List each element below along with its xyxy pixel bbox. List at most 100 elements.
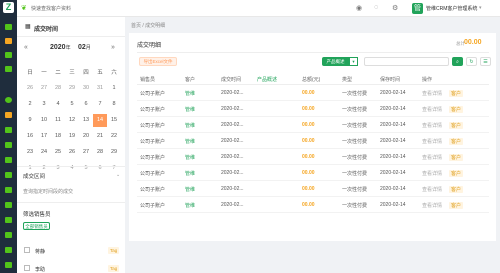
- menu-icon-5[interactable]: [5, 97, 12, 103]
- product-summary-button[interactable]: 产品概述: [322, 57, 349, 66]
- view-detail-link[interactable]: 查看详情: [422, 170, 442, 177]
- menu-icon-3[interactable]: [5, 52, 12, 58]
- customer-tag[interactable]: 客户: [449, 122, 464, 129]
- table-row[interactable]: 公司子账户 管维 2020-02... 00.00 一次性付费 2020-02-…: [137, 118, 489, 133]
- calendar-day[interactable]: 22: [107, 133, 121, 139]
- calendar-day[interactable]: 28: [51, 85, 65, 91]
- calendar-day[interactable]: 9: [23, 117, 37, 123]
- menu-icon-4[interactable]: [5, 66, 12, 72]
- customer-link[interactable]: 管维: [185, 186, 195, 193]
- calendar-day[interactable]: 12: [65, 117, 79, 123]
- calendar-day[interactable]: 31: [93, 85, 107, 91]
- calendar-day[interactable]: 15: [107, 117, 121, 123]
- calendar-day[interactable]: 11: [51, 117, 65, 123]
- site-quick-search-link[interactable]: 快速查找客户资料: [31, 5, 71, 12]
- calendar-day[interactable]: 28: [93, 149, 107, 155]
- all-sellers-button[interactable]: 全部销售员: [23, 222, 50, 230]
- view-detail-link[interactable]: 查看详情: [422, 138, 442, 145]
- interval-search-input[interactable]: 查询指定时间段的成交: [23, 187, 119, 198]
- calendar-day[interactable]: 6: [79, 101, 93, 107]
- app-logo[interactable]: Z: [3, 2, 14, 13]
- calendar-day[interactable]: 27: [79, 149, 93, 155]
- menu-icon-1[interactable]: [5, 24, 12, 30]
- customer-tag[interactable]: 客户: [449, 106, 464, 113]
- customer-tag[interactable]: 客户: [449, 154, 464, 161]
- calendar-day[interactable]: 27: [37, 85, 51, 91]
- customer-link[interactable]: 管维: [185, 106, 195, 113]
- customer-tag[interactable]: 客户: [449, 90, 464, 97]
- calendar-day[interactable]: 29: [65, 85, 79, 91]
- table-row[interactable]: 公司子账户 管维 2020-02... 00.00 一次性付费 2020-02-…: [137, 102, 489, 117]
- calendar-day[interactable]: 3: [37, 101, 51, 107]
- refresh-icon[interactable]: ↻: [466, 57, 477, 66]
- view-detail-link[interactable]: 查看详情: [422, 122, 442, 129]
- customer-link[interactable]: 管维: [185, 202, 195, 209]
- menu-icon-6[interactable]: [5, 112, 12, 118]
- chevron-down-icon[interactable]: ▾: [349, 57, 358, 66]
- list-icon[interactable]: ☰: [480, 57, 491, 66]
- view-detail-link[interactable]: 查看详情: [422, 106, 442, 113]
- menu-icon-2[interactable]: [5, 38, 12, 44]
- seller-checkbox[interactable]: [24, 247, 30, 253]
- menu-icon-11[interactable]: [5, 187, 12, 193]
- table-row[interactable]: 公司子账户 管维 2020-02... 00.00 一次性付费 2020-02-…: [137, 134, 489, 149]
- calendar-day[interactable]: 19: [65, 133, 79, 139]
- calendar-day[interactable]: 18: [51, 133, 65, 139]
- menu-icon-12[interactable]: [5, 202, 12, 208]
- calendar-day[interactable]: 13: [79, 117, 93, 123]
- customer-link[interactable]: 管维: [185, 138, 195, 145]
- calendar-day[interactable]: 24: [37, 149, 51, 155]
- customer-tag[interactable]: 客户: [449, 170, 464, 177]
- customer-tag[interactable]: 客户: [449, 186, 464, 193]
- calendar-day[interactable]: 5: [65, 101, 79, 107]
- customer-link[interactable]: 管维: [185, 170, 195, 177]
- calendar-day[interactable]: 7: [93, 101, 107, 107]
- calendar-day[interactable]: 20: [79, 133, 93, 139]
- menu-icon-7[interactable]: [5, 127, 12, 133]
- calendar-day[interactable]: 21: [93, 133, 107, 139]
- calendar-year[interactable]: 2020年: [50, 44, 71, 51]
- prev-month-button[interactable]: «: [24, 44, 28, 51]
- calendar-day[interactable]: 10: [37, 117, 51, 123]
- view-detail-link[interactable]: 查看详情: [422, 154, 442, 161]
- interval-label[interactable]: 成交区间: [23, 172, 45, 180]
- calendar-day[interactable]: 26: [23, 85, 37, 91]
- customer-link[interactable]: 管维: [185, 122, 195, 129]
- view-detail-link[interactable]: 查看详情: [422, 202, 442, 209]
- search-input[interactable]: [364, 57, 449, 66]
- bell-icon[interactable]: ◉: [356, 4, 362, 12]
- seller-checkbox[interactable]: [24, 265, 30, 271]
- chat-icon[interactable]: ◌: [374, 4, 378, 11]
- table-row[interactable]: 公司子账户 管维 2020-02... 00.00 一次性付费 2020-02-…: [137, 150, 489, 165]
- search-icon[interactable]: ⌕: [452, 57, 463, 66]
- view-detail-link[interactable]: 查看详情: [422, 186, 442, 193]
- calendar-day[interactable]: 4: [51, 101, 65, 107]
- calendar-day[interactable]: 26: [65, 149, 79, 155]
- customer-link[interactable]: 管维: [185, 154, 195, 161]
- user-caret-icon[interactable]: ▾: [479, 5, 482, 11]
- menu-icon-15[interactable]: [5, 247, 12, 253]
- table-row[interactable]: 公司子账户 管维 2020-02... 00.00 一次性付费 2020-02-…: [137, 198, 489, 213]
- customer-link[interactable]: 管维: [185, 90, 195, 97]
- next-month-button[interactable]: »: [111, 44, 115, 51]
- menu-icon-9[interactable]: [5, 157, 12, 163]
- calendar-day[interactable]: 29: [107, 149, 121, 155]
- calendar-day[interactable]: 23: [23, 149, 37, 155]
- breadcrumb[interactable]: 首页 / 成交明细: [131, 22, 165, 29]
- calendar-day-selected[interactable]: 14: [93, 113, 107, 127]
- calendar-month[interactable]: 02月: [78, 44, 91, 51]
- view-detail-link[interactable]: 查看详情: [422, 90, 442, 97]
- calendar-day[interactable]: 17: [37, 133, 51, 139]
- menu-icon-14[interactable]: [5, 232, 12, 238]
- avatar[interactable]: 管: [412, 3, 423, 14]
- user-system-name[interactable]: 管维CRM客户管理系统: [426, 5, 477, 12]
- calendar-day[interactable]: 30: [79, 85, 93, 91]
- table-row[interactable]: 公司子账户 管维 2020-02... 00.00 一次性付费 2020-02-…: [137, 182, 489, 197]
- customer-tag[interactable]: 客户: [449, 202, 464, 209]
- menu-icon-8[interactable]: [5, 142, 12, 148]
- menu-icon-13[interactable]: [5, 217, 12, 223]
- settings-icon[interactable]: ⚙: [392, 4, 398, 12]
- chevron-down-icon[interactable]: ⌄: [116, 172, 120, 178]
- calendar-day[interactable]: 1: [107, 85, 121, 91]
- calendar-day[interactable]: 8: [107, 101, 121, 107]
